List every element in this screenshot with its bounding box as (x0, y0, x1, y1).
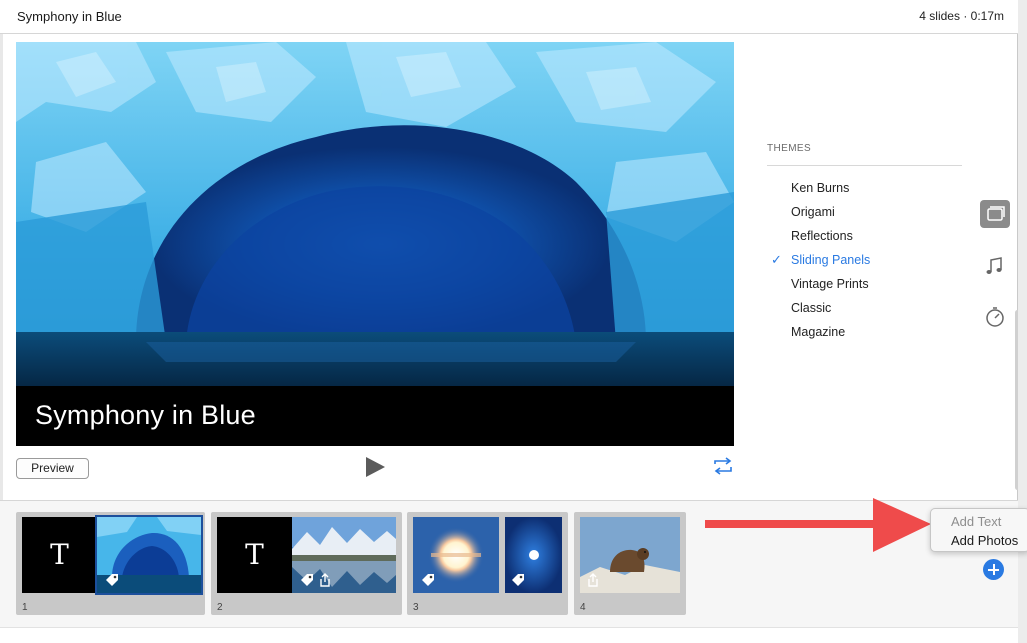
slideshow-window: Symphony in Blue 4 slides · 0:17m Sympho… (0, 0, 1020, 643)
share-icon (588, 573, 598, 587)
theme-label: Vintage Prints (791, 277, 869, 291)
slide-3[interactable]: 3 (407, 512, 568, 615)
theme-ken-burns[interactable]: Ken Burns (767, 176, 962, 200)
slide-2[interactable]: T 2 (211, 512, 402, 615)
add-text-menu-item: Add Text (951, 514, 1002, 529)
add-menu-popover: Add Text Add Photos (930, 508, 1027, 552)
slide-number: 2 (217, 602, 223, 613)
title-bar: Symphony in Blue 4 slides · 0:17m (0, 0, 1018, 34)
themes-header: THEMES (767, 138, 962, 166)
photo-tile-selected[interactable] (95, 515, 203, 595)
annotation-arrow (705, 496, 933, 554)
slide-number: 3 (413, 602, 419, 613)
themes-icon[interactable] (980, 200, 1010, 228)
title-text-icon: T (245, 538, 264, 571)
strip-footer (0, 627, 1018, 643)
photo-tile[interactable] (413, 517, 499, 593)
add-plus-button[interactable] (983, 559, 1004, 580)
tag-icon (106, 574, 118, 586)
duration-timer-icon[interactable] (980, 303, 1010, 331)
share-icon (320, 573, 330, 587)
theme-classic[interactable]: Classic (767, 296, 962, 320)
theme-list: Ken Burns Origami Reflections ✓ Sliding P… (767, 176, 962, 344)
theme-label: Ken Burns (791, 181, 850, 195)
loop-icon[interactable] (712, 457, 734, 475)
title-tile[interactable]: T (22, 517, 97, 593)
theme-origami[interactable]: Origami (767, 200, 962, 224)
theme-sliding-panels[interactable]: ✓ Sliding Panels (767, 248, 962, 272)
music-note-icon[interactable] (980, 252, 1010, 280)
theme-magazine[interactable]: Magazine (767, 320, 962, 344)
checkmark-icon: ✓ (771, 252, 782, 267)
title-tile[interactable]: T (217, 517, 292, 593)
theme-reflections[interactable]: Reflections (767, 224, 962, 248)
slideshow-title: Symphony in Blue (17, 9, 122, 24)
photo-tile[interactable] (580, 517, 680, 593)
photo-tile[interactable] (292, 517, 396, 593)
tag-icon (422, 574, 434, 586)
caption-bar: Symphony in Blue (16, 386, 734, 446)
slide-1[interactable]: T 1 (16, 512, 205, 615)
slide-number: 4 (580, 602, 586, 613)
tag-icon (301, 574, 313, 586)
theme-label: Classic (791, 301, 832, 315)
themes-panel: THEMES Ken Burns Origami Reflections ✓ Sl… (767, 138, 962, 344)
tag-icon (512, 574, 524, 586)
theme-label: Magazine (791, 325, 846, 339)
theme-vintage-prints[interactable]: Vintage Prints (767, 272, 962, 296)
title-text-icon: T (50, 538, 69, 571)
slide-preview: Symphony in Blue (16, 42, 734, 446)
preview-button[interactable]: Preview (16, 458, 89, 479)
theme-label: Sliding Panels (791, 253, 871, 267)
add-photos-menu-item[interactable]: Add Photos (951, 533, 1018, 548)
photo-tile[interactable] (505, 517, 562, 593)
play-icon[interactable] (364, 456, 388, 478)
theme-label: Reflections (791, 229, 853, 243)
slideshow-meta: 4 slides · 0:17m (919, 9, 1004, 23)
slide-caption: Symphony in Blue (35, 400, 256, 430)
theme-label: Origami (791, 205, 835, 219)
slide-number: 1 (22, 602, 28, 613)
slide-4[interactable]: 4 (574, 512, 686, 615)
left-rail (0, 34, 3, 504)
